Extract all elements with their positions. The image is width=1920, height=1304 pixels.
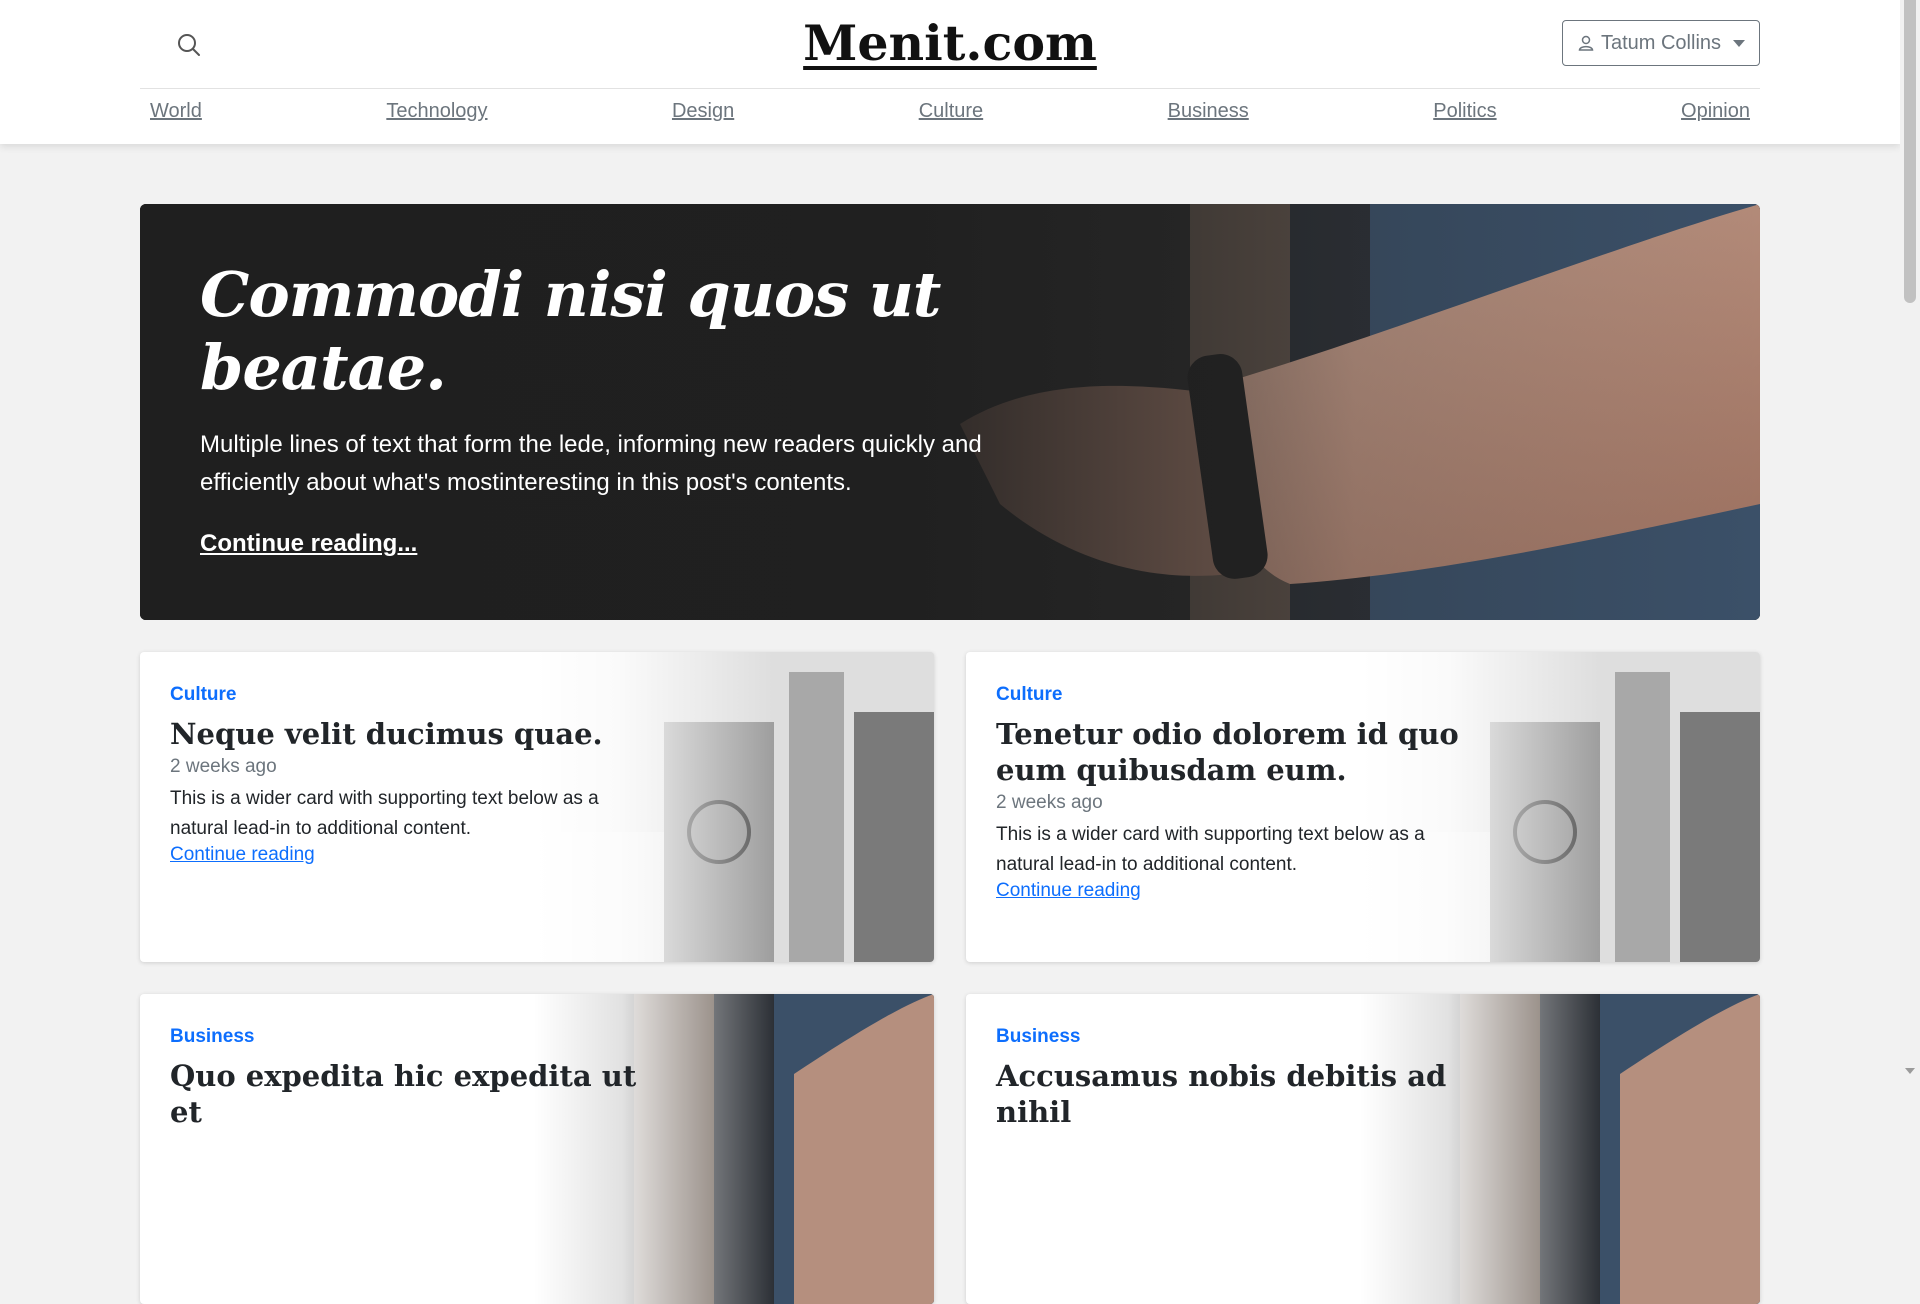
nav-item-technology[interactable]: Technology xyxy=(386,100,487,123)
card-title: Quo expedita hic expedita ut et xyxy=(170,1059,637,1129)
chevron-down-icon xyxy=(1733,39,1746,47)
user-name: Tatum Collins xyxy=(1600,31,1722,54)
card-text: This is a wider card with supporting tex… xyxy=(996,824,1425,875)
article-card: Business Quo expedita hic expedita ut et xyxy=(140,994,934,1304)
header-container: Menit.com Tatum Collins World Technology… xyxy=(140,0,1760,144)
card-category: Business xyxy=(996,1026,1081,1047)
card-category: Culture xyxy=(170,684,237,705)
hero-content: Commodi nisi quos ut beatae. Multiple li… xyxy=(200,258,1000,558)
nav-divider xyxy=(140,88,1760,89)
nav-item-design[interactable]: Design xyxy=(672,100,734,123)
card-body: Culture Neque velit ducimus quae. 2 week… xyxy=(170,684,640,866)
nav-item-politics[interactable]: Politics xyxy=(1433,100,1496,123)
card-text: This is a wider card with supporting tex… xyxy=(170,788,599,839)
hero-banner: Commodi nisi quos ut beatae. Multiple li… xyxy=(140,204,1760,620)
site-header: Menit.com Tatum Collins World Technology… xyxy=(0,0,1900,144)
article-card: Culture Tenetur odio dolorem id quo eum … xyxy=(966,652,1760,962)
nav-item-business[interactable]: Business xyxy=(1168,100,1249,123)
card-category: Culture xyxy=(996,684,1063,705)
card-category: Business xyxy=(170,1026,255,1047)
card-timestamp: 2 weeks ago xyxy=(996,792,1103,813)
card-timestamp: 2 weeks ago xyxy=(170,756,277,777)
card-title: Accusamus nobis debitis ad nihil xyxy=(996,1059,1447,1129)
card-body: Business Accusamus nobis debitis ad nihi… xyxy=(996,1026,1466,1130)
user-icon xyxy=(1577,34,1595,52)
hero-continue-link[interactable]: Continue reading... xyxy=(200,530,417,558)
card-title: Neque velit ducimus quae. xyxy=(170,717,603,751)
card-body: Culture Tenetur odio dolorem id quo eum … xyxy=(996,684,1466,902)
site-brand[interactable]: Menit.com xyxy=(140,14,1760,72)
nav-item-opinion[interactable]: Opinion xyxy=(1681,100,1750,123)
card-body: Business Quo expedita hic expedita ut et xyxy=(170,1026,640,1130)
article-card: Business Accusamus nobis debitis ad nihi… xyxy=(966,994,1760,1304)
user-menu-button[interactable]: Tatum Collins xyxy=(1562,20,1760,66)
nav-item-world[interactable]: World xyxy=(150,100,202,123)
article-card: Culture Neque velit ducimus quae. 2 week… xyxy=(140,652,934,962)
hero-title: Commodi nisi quos ut beatae. xyxy=(200,258,941,404)
scroll-down-icon[interactable] xyxy=(1905,1068,1915,1074)
card-continue-link[interactable]: Continue reading xyxy=(996,880,1141,902)
page-scrollbar[interactable] xyxy=(1900,0,1920,1080)
brand-link[interactable]: Menit.com xyxy=(803,14,1097,72)
hero-lede: Multiple lines of text that form the led… xyxy=(200,431,982,496)
nav-item-culture[interactable]: Culture xyxy=(919,100,983,123)
category-nav: World Technology Design Culture Business… xyxy=(140,100,1760,123)
card-title: Tenetur odio dolorem id quo eum quibusda… xyxy=(996,717,1459,787)
card-continue-link[interactable]: Continue reading xyxy=(170,844,315,866)
scrollbar-thumb[interactable] xyxy=(1904,0,1916,303)
